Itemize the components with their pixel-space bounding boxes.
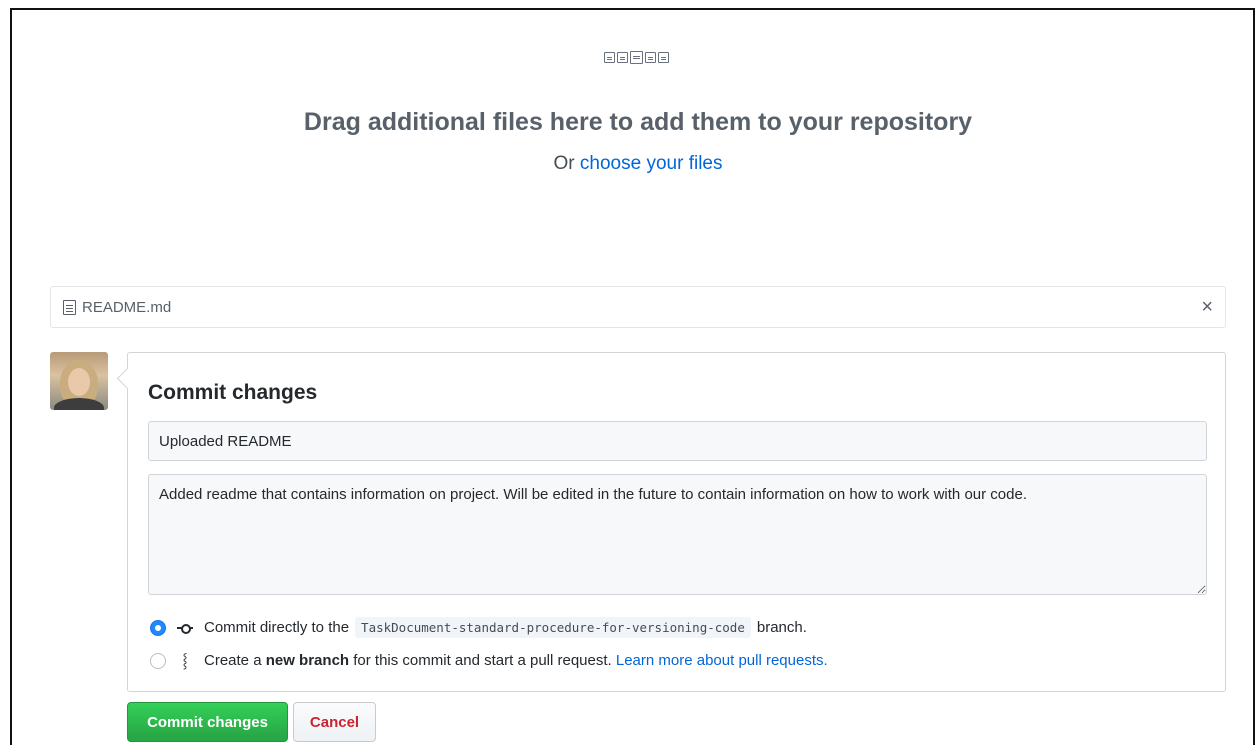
- file-type-icons: [604, 51, 669, 64]
- commit-summary-input[interactable]: [148, 421, 1207, 461]
- cancel-button[interactable]: Cancel: [293, 702, 376, 742]
- remove-file-close-icon[interactable]: ×: [1201, 297, 1213, 317]
- file-text-icon: [63, 299, 76, 315]
- branch-name: TaskDocument-standard-procedure-for-vers…: [355, 617, 751, 638]
- learn-more-pull-requests-link[interactable]: Learn more about pull requests.: [616, 652, 828, 669]
- file-code-icon: [630, 51, 643, 64]
- commit-direct-option: Commit directly to the TaskDocument-stan…: [150, 617, 807, 638]
- file-name: README.md: [82, 298, 172, 316]
- uploaded-file-row: README.md ×: [50, 286, 1226, 328]
- git-pull-request-icon: ⸾: [182, 652, 188, 668]
- file-icon: [604, 52, 615, 63]
- new-branch-bold: new branch: [265, 652, 350, 669]
- avatar: [50, 352, 108, 410]
- commit-direct-suffix: branch.: [756, 619, 807, 636]
- new-branch-prefix: Create a: [204, 652, 262, 669]
- commit-heading: Commit changes: [148, 381, 318, 404]
- file-media-icon: [617, 52, 628, 63]
- choose-files-link[interactable]: choose your files: [580, 153, 723, 174]
- new-branch-option: ⸾ Create a new branch for this commit an…: [150, 651, 828, 670]
- dropzone-subtitle: Or choose your files: [0, 153, 1258, 175]
- commit-changes-box: Commit changes Added readme that contain…: [127, 352, 1226, 692]
- new-branch-radio[interactable]: [150, 652, 166, 669]
- new-branch-suffix: for this commit and start a pull request…: [353, 652, 612, 669]
- file-pdf-icon: [658, 52, 669, 63]
- file-text-icon: [645, 52, 656, 63]
- commit-changes-button[interactable]: Commit changes: [127, 702, 288, 742]
- dropzone-title: Drag additional files here to add them t…: [303, 108, 973, 136]
- commit-direct-radio[interactable]: [150, 619, 166, 636]
- dropzone-sub-prefix: Or: [553, 153, 575, 174]
- commit-description-textarea[interactable]: Added readme that contains information o…: [148, 474, 1207, 595]
- git-commit-icon: [176, 620, 194, 636]
- commit-direct-prefix: Commit directly to the: [204, 619, 350, 636]
